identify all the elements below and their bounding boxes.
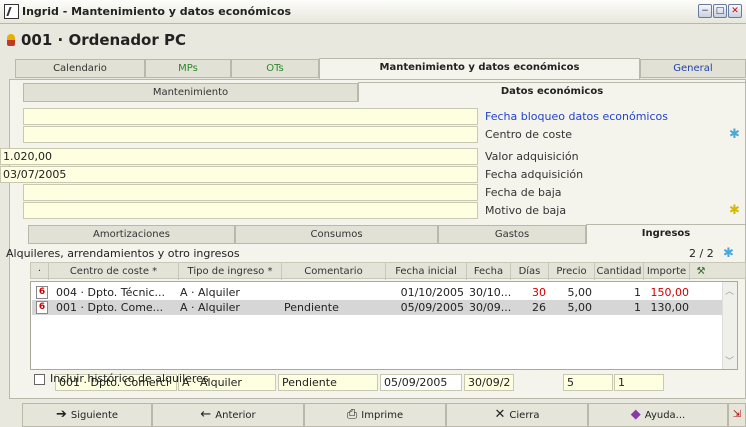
fecha-adquisicion-field[interactable]: 03/07/2005: [0, 166, 478, 183]
cell-tipo: A · Alquiler: [180, 286, 240, 299]
subtab-datos-economicos[interactable]: Datos económicos: [358, 82, 746, 102]
anterior-button[interactable]: ← Anterior: [152, 403, 304, 427]
historico-checkbox[interactable]: [34, 374, 45, 385]
col-header-comentario[interactable]: Comentario: [282, 263, 386, 280]
fecha-bloqueo-field[interactable]: [23, 108, 478, 125]
cell-fecha-inicial: 01/10/2005: [400, 286, 464, 299]
cell-centro: 004 · Dpto. Técnic...: [56, 286, 166, 299]
tab-consumos[interactable]: Consumos: [235, 225, 438, 244]
record-title: 001 · Ordenador PC: [21, 31, 186, 49]
row-type-icon: 6: [36, 301, 48, 314]
arrow-left-icon: ←: [200, 407, 212, 422]
col-header-dias[interactable]: Días: [511, 263, 549, 280]
col-header-precio[interactable]: Precio: [549, 263, 595, 280]
vertical-scrollbar[interactable]: ︿ ﹀: [722, 282, 737, 369]
cell-importe: 150,00: [650, 286, 690, 299]
cell-importe: 130,00: [650, 301, 690, 314]
grid-header: · Centro de coste * Tipo de ingreso * Co…: [30, 262, 746, 294]
cell-fecha-inicial: 05/09/2005: [400, 301, 464, 314]
edit-precio-input[interactable]: 5: [563, 374, 613, 391]
tab-amortizaciones[interactable]: Amortizaciones: [28, 225, 235, 244]
columns-config-icon[interactable]: ⚒: [690, 263, 712, 280]
cell-cantidad: 1: [634, 286, 641, 299]
fecha-bloqueo-label: Fecha bloqueo datos económicos: [485, 110, 668, 123]
exit-icon[interactable]: ⇲: [728, 403, 746, 427]
col-header-tipo[interactable]: Tipo de ingreso *: [179, 263, 282, 280]
cell-fecha-fin: 30/10...: [469, 286, 512, 299]
cell-comentario: Pendiente: [284, 301, 339, 314]
edit-fecha-fin-input[interactable]: 30/09/2: [464, 374, 514, 391]
section-title: Alquileres, arrendamientos y otro ingres…: [6, 247, 240, 260]
col-header-fecha-inicial[interactable]: Fecha inicial: [386, 263, 467, 280]
fecha-baja-field[interactable]: [23, 184, 478, 201]
arrow-right-icon: ➔: [55, 407, 67, 422]
record-icon: [7, 34, 15, 46]
imprime-button[interactable]: ⎙ Imprime: [304, 403, 446, 427]
tab-calendario[interactable]: Calendario: [15, 59, 145, 78]
window-title: Ingrid - Mantenimiento y datos económico…: [22, 5, 292, 18]
imprime-label: Imprime: [361, 410, 404, 421]
record-header: 001 · Ordenador PC: [0, 24, 746, 56]
tab-ots[interactable]: OTs: [231, 59, 319, 78]
cierra-button[interactable]: ✕ Cierra: [446, 403, 588, 427]
printer-icon: ⎙: [346, 407, 358, 422]
help-book-icon: ◆: [630, 407, 641, 422]
anterior-label: Anterior: [215, 410, 256, 421]
tab-general[interactable]: General: [640, 59, 746, 78]
edit-comentario-input[interactable]: Pendiente: [278, 374, 378, 391]
tab-gastos[interactable]: Gastos: [438, 225, 586, 244]
minimize-button[interactable]: −: [698, 4, 712, 18]
table-row[interactable]: 6 004 · Dpto. Técnic... A · Alquiler 01/…: [32, 285, 728, 300]
ayuda-label: Ayuda...: [644, 410, 686, 421]
pager: 2 / 2: [689, 247, 714, 260]
centro-coste-label: Centro de coste: [485, 128, 573, 141]
historico-checkbox-label: Incluir histórico de alquileres: [50, 372, 209, 385]
tab-ingresos[interactable]: Ingresos: [586, 224, 746, 244]
tab-mps[interactable]: MPs: [145, 59, 231, 78]
col-header-fecha-fin[interactable]: Fecha f...: [467, 263, 511, 294]
edit-cantidad-input[interactable]: 1: [614, 374, 664, 391]
cell-precio: 5,00: [567, 286, 593, 299]
lookup-icon[interactable]: ✱: [729, 204, 740, 217]
tab-mantenimiento-datos-economicos[interactable]: Mantenimiento y datos económicos: [319, 58, 640, 79]
ayuda-button[interactable]: ◆ Ayuda...: [588, 403, 728, 427]
title-bar: Ingrid - Mantenimiento y datos económico…: [0, 0, 746, 24]
app-icon: [4, 4, 19, 19]
col-header-cantidad[interactable]: Cantidad: [595, 263, 644, 280]
motivo-baja-label: Motivo de baja: [485, 204, 567, 217]
edit-fecha-inicial-input[interactable]: 05/09/2005: [380, 374, 462, 391]
fecha-baja-label: Fecha de baja: [485, 186, 562, 199]
valor-adquisicion-field[interactable]: 1.020,00: [0, 148, 478, 165]
cell-dias: 26: [532, 301, 546, 314]
siguiente-label: Siguiente: [70, 410, 119, 421]
lookup-icon[interactable]: ✱: [729, 128, 740, 141]
cell-tipo: A · Alquiler: [180, 301, 240, 314]
cell-centro: 001 · Dpto. Come...: [56, 301, 164, 314]
cell-fecha-fin: 30/09...: [469, 301, 512, 314]
subtab-mantenimiento[interactable]: Mantenimiento: [23, 83, 358, 102]
cell-dias: 30: [532, 286, 546, 299]
ingresos-list: 6 004 · Dpto. Técnic... A · Alquiler 01/…: [30, 281, 738, 370]
scroll-up-icon[interactable]: ︿: [725, 284, 734, 297]
cierra-label: Cierra: [509, 410, 540, 421]
add-icon[interactable]: ✱: [723, 247, 734, 260]
col-header-importe[interactable]: Importe: [644, 263, 690, 280]
col-header-marker: ·: [31, 263, 49, 280]
row-type-icon: 6: [36, 286, 48, 299]
scroll-down-icon[interactable]: ﹀: [725, 354, 734, 367]
valor-adquisicion-label: Valor adquisición: [485, 150, 579, 163]
motivo-baja-field[interactable]: [23, 202, 478, 219]
close-icon: ✕: [494, 407, 506, 422]
cell-cantidad: 1: [634, 301, 641, 314]
table-row-selected[interactable]: 6 001 · Dpto. Come... A · Alquiler Pendi…: [32, 300, 728, 315]
col-header-centro[interactable]: Centro de coste *: [49, 263, 179, 280]
close-window-button[interactable]: ✕: [728, 4, 742, 18]
siguiente-button[interactable]: ➔ Siguiente: [22, 403, 152, 427]
fecha-adquisicion-label: Fecha adquisición: [485, 168, 584, 181]
cell-precio: 5,00: [567, 301, 593, 314]
centro-coste-field[interactable]: [23, 126, 478, 143]
maximize-button[interactable]: □: [713, 4, 727, 18]
